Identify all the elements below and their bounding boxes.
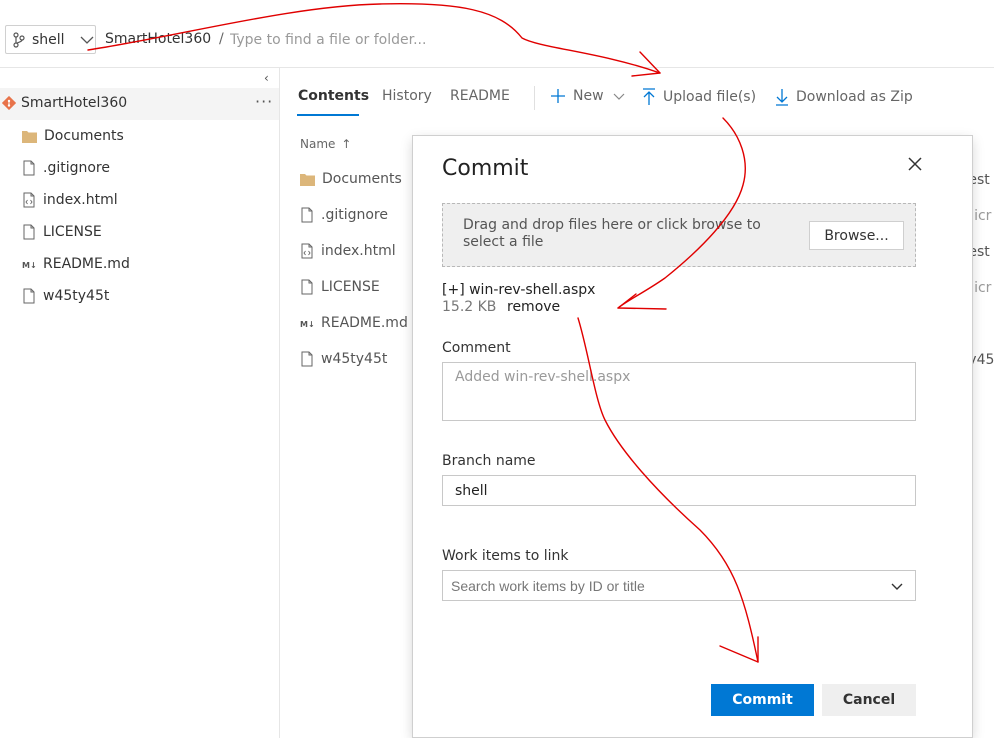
sidebar-item-label: Documents bbox=[44, 128, 124, 144]
branch-icon bbox=[13, 31, 25, 48]
list-item[interactable]: .gitignore bbox=[300, 205, 388, 225]
list-item-label: .gitignore bbox=[321, 207, 388, 223]
tab-contents[interactable]: Contents bbox=[298, 88, 369, 104]
tab-history[interactable]: History bbox=[382, 88, 432, 104]
column-header-name[interactable]: Name ↑ bbox=[300, 137, 351, 151]
cancel-button[interactable]: Cancel bbox=[822, 684, 916, 716]
sidebar-item-label: LICENSE bbox=[43, 224, 102, 240]
toolbar-divider bbox=[534, 86, 535, 110]
file-icon bbox=[301, 279, 313, 295]
header-divider bbox=[0, 67, 994, 68]
list-item-label: Documents bbox=[322, 171, 402, 187]
list-item-label: README.md bbox=[321, 315, 408, 331]
code-file-icon bbox=[301, 243, 313, 259]
download-label: Download as Zip bbox=[796, 89, 913, 105]
sidebar-item-index-html[interactable]: index.html bbox=[22, 190, 118, 210]
annotation-arrowhead bbox=[631, 51, 661, 77]
list-item[interactable]: Documents bbox=[300, 169, 402, 189]
svg-text:M↓: M↓ bbox=[22, 261, 36, 270]
dialog-title: Commit bbox=[442, 156, 529, 181]
branch-name-label: Branch name bbox=[442, 453, 536, 469]
code-file-icon bbox=[23, 192, 35, 208]
active-tab-indicator bbox=[297, 114, 359, 116]
file-icon bbox=[301, 207, 313, 223]
close-icon[interactable] bbox=[905, 154, 925, 174]
collapse-sidebar-icon[interactable]: ‹ bbox=[264, 71, 269, 85]
sidebar-divider bbox=[279, 68, 280, 738]
sidebar-item-license[interactable]: LICENSE bbox=[22, 222, 102, 242]
download-zip-button[interactable]: Download as Zip bbox=[775, 88, 913, 106]
sidebar-item-gitignore[interactable]: .gitignore bbox=[22, 158, 110, 178]
file-icon bbox=[23, 288, 35, 304]
column-name-label: Name bbox=[300, 137, 336, 151]
staged-file-name: [+] win-rev-shell.aspx bbox=[442, 282, 596, 298]
more-options-icon[interactable]: ··· bbox=[255, 92, 273, 111]
work-items-label: Work items to link bbox=[442, 548, 569, 564]
sidebar-item-documents[interactable]: Documents bbox=[22, 126, 124, 146]
commit-button[interactable]: Commit bbox=[711, 684, 814, 716]
upload-label: Upload file(s) bbox=[663, 89, 757, 105]
remove-file-link[interactable]: remove bbox=[507, 299, 560, 315]
work-items-search[interactable]: Search work items by ID or title bbox=[442, 570, 916, 601]
list-item[interactable]: index.html bbox=[300, 241, 396, 261]
new-label: New bbox=[573, 88, 604, 104]
upload-icon bbox=[643, 88, 655, 105]
sidebar-item-label: index.html bbox=[43, 192, 118, 208]
file-icon bbox=[23, 160, 35, 176]
file-icon bbox=[23, 224, 35, 240]
chevron-down-icon[interactable] bbox=[890, 579, 904, 593]
svg-text:M↓: M↓ bbox=[300, 320, 314, 329]
dropzone-text: Drag and drop files here or click browse… bbox=[463, 217, 761, 250]
chevron-down-icon bbox=[80, 36, 94, 44]
sidebar-item-w45ty45t[interactable]: w45ty45t bbox=[22, 286, 109, 306]
list-item-label: index.html bbox=[321, 243, 396, 259]
staged-file-size: 15.2 KB bbox=[442, 299, 497, 315]
sidebar-item-readme[interactable]: M↓ README.md bbox=[22, 254, 130, 274]
list-item[interactable]: M↓ README.md bbox=[300, 313, 408, 333]
list-item[interactable]: LICENSE bbox=[300, 277, 380, 297]
sidebar-item-label: README.md bbox=[43, 256, 130, 272]
file-icon bbox=[301, 351, 313, 367]
work-items-placeholder: Search work items by ID or title bbox=[451, 577, 645, 594]
plus-icon bbox=[551, 89, 565, 103]
list-item-label: w45ty45t bbox=[321, 351, 388, 367]
list-item-label: LICENSE bbox=[321, 279, 380, 295]
breadcrumb-separator: / bbox=[219, 31, 224, 47]
branch-label: shell bbox=[32, 31, 65, 48]
sidebar-item-label: w45ty45t bbox=[43, 288, 110, 304]
upload-files-button[interactable]: Upload file(s) bbox=[642, 88, 756, 106]
sidebar-repo-name: SmartHotel360 bbox=[21, 95, 128, 111]
breadcrumb-repo[interactable]: SmartHotel360 bbox=[105, 31, 211, 47]
new-button[interactable]: New bbox=[550, 88, 625, 104]
list-item[interactable]: w45ty45t bbox=[300, 349, 387, 369]
comment-label: Comment bbox=[442, 340, 511, 356]
folder-icon bbox=[22, 130, 37, 143]
download-icon bbox=[776, 89, 788, 106]
path-search-input[interactable] bbox=[228, 27, 732, 53]
folder-icon bbox=[300, 173, 315, 186]
browse-button[interactable]: Browse... bbox=[809, 221, 904, 250]
sort-ascending-icon: ↑ bbox=[341, 137, 352, 151]
branch-selector[interactable]: shell bbox=[5, 25, 96, 54]
chevron-down-icon bbox=[613, 93, 624, 100]
sidebar-item-label: .gitignore bbox=[43, 160, 110, 176]
comment-input[interactable] bbox=[442, 362, 916, 421]
markdown-icon: M↓ bbox=[300, 320, 314, 329]
markdown-icon: M↓ bbox=[22, 261, 36, 270]
git-repo-icon bbox=[2, 96, 16, 110]
tab-readme[interactable]: README bbox=[450, 88, 510, 104]
branch-name-input[interactable] bbox=[442, 475, 916, 506]
